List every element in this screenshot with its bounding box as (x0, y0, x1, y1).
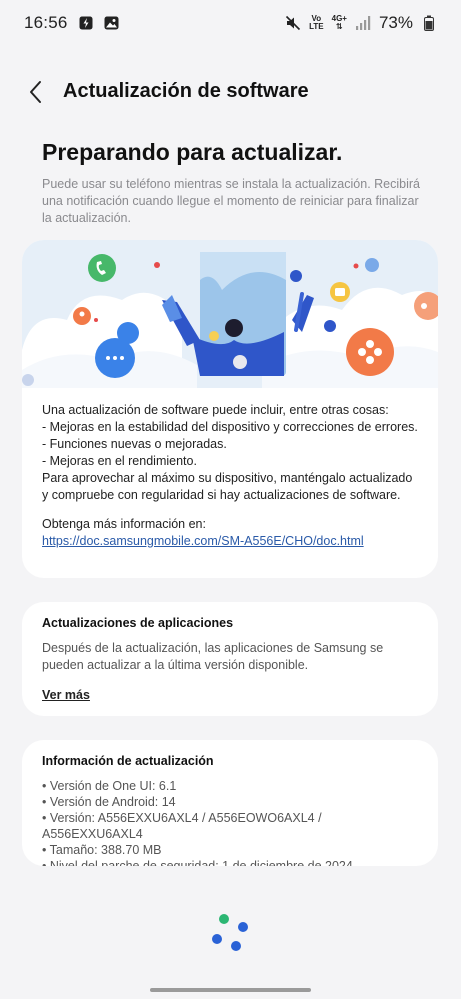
update-details-list: • Versión de One UI: 6.1 • Versión de An… (42, 778, 418, 866)
loader-dot (231, 941, 241, 951)
page-description: Puede usar su teléfono mientras se insta… (42, 177, 420, 225)
lightning-notification-icon (78, 15, 94, 31)
update-details-title: Información de actualización (42, 754, 214, 768)
signal-bars-icon (355, 15, 371, 31)
update-info-card: Una actualización de software puede incl… (22, 240, 438, 578)
update-card-body: Una actualización de software puede incl… (22, 388, 438, 564)
gallery-notification-icon (104, 15, 120, 31)
data-indicator: 4G+ ⇅ (332, 15, 347, 31)
battery-percent: 73% (378, 13, 413, 32)
volte-indicator: Vo LTE (309, 15, 324, 31)
battery-icon (421, 15, 437, 31)
app-updates-card: Actualizaciones de aplicaciones Después … (22, 602, 438, 716)
back-arrow-icon (30, 81, 41, 103)
update-illustration (22, 240, 438, 388)
documentation-link[interactable]: https://doc.samsungmobile.com/SM-A556E/C… (42, 533, 364, 550)
app-updates-title: Actualizaciones de aplicaciones (42, 616, 234, 630)
status-bar: 16:56 Vo LTE 4G+ ⇅ 73% (0, 0, 461, 46)
detail-android-version: • Versión de Android: 14 (42, 795, 176, 809)
see-more-link[interactable]: Ver más (42, 688, 90, 702)
loader-dot (212, 934, 222, 944)
mute-icon (285, 15, 301, 31)
update-details-card: Información de actualización • Versión d… (22, 740, 438, 866)
detail-size: • Tamaño: 388.70 MB (42, 843, 162, 857)
header-title: Actualización de software (63, 80, 309, 102)
home-indicator-bar[interactable] (150, 988, 311, 992)
app-updates-text: Después de la actualización, las aplicac… (42, 641, 384, 672)
back-button[interactable] (22, 78, 50, 106)
status-right: Vo LTE 4G+ ⇅ 73% (285, 13, 437, 33)
update-body-text: Una actualización de software puede incl… (42, 403, 418, 502)
detail-security-patch: • Nivel del parche de seguridad: 1 de di… (42, 859, 353, 866)
more-info-label: Obtenga más información en: (42, 517, 206, 531)
page-heading: Preparando para actualizar. (42, 139, 343, 165)
loader-dot (219, 914, 229, 924)
data-arrows-icon: ⇅ (335, 22, 343, 31)
loader-dot (238, 922, 248, 932)
detail-one-ui-version: • Versión de One UI: 6.1 (42, 779, 177, 793)
app-header: Actualización de software (0, 70, 461, 114)
loading-indicator (210, 912, 250, 952)
status-left: 16:56 (24, 13, 120, 33)
detail-build-version: • Versión: A556EXXU6AXL4 / A556EOWO6AXL4… (42, 811, 322, 841)
volte-bottom: LTE (309, 22, 324, 31)
status-time: 16:56 (24, 13, 68, 32)
